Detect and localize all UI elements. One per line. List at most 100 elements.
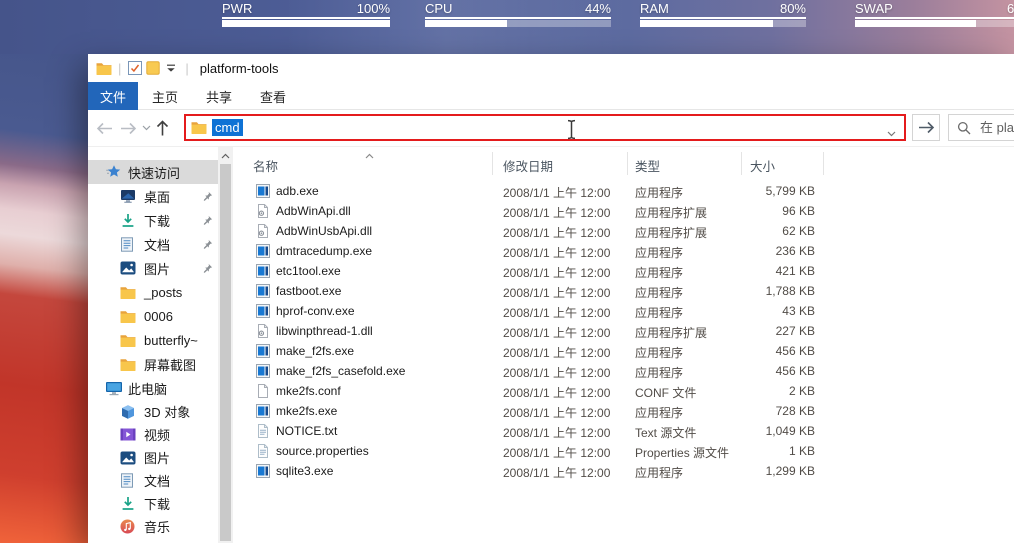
system-monitor-overlay: PWR100%CPU44%RAM80%SWAP68%	[0, 2, 1014, 28]
file-name: make_f2fs_casefold.exe	[276, 364, 405, 378]
file-row[interactable]: mke2fs.exe2008/1/1 上午 12:00应用程序728 KB	[253, 401, 833, 421]
meter-bar	[425, 20, 611, 27]
file-row[interactable]: NOTICE.txt2008/1/1 上午 12:00Text 源文件1,049…	[253, 421, 833, 441]
qat-properties-check-icon[interactable]	[126, 58, 144, 78]
file-size: 728 KB	[699, 404, 815, 418]
scrollbar-up-arrow-icon[interactable]	[218, 149, 233, 162]
address-dropdown-chevron-icon[interactable]	[887, 125, 896, 140]
plain-file-icon	[256, 384, 270, 398]
sidebar-item-label: 文档	[144, 471, 170, 490]
sidebar-item-butterfly[interactable]: butterfly~	[88, 328, 218, 352]
back-button[interactable]	[94, 118, 114, 138]
forward-button[interactable]	[118, 118, 138, 138]
sidebar-item-label: 0006	[144, 309, 173, 324]
qat-new-folder-icon[interactable]	[144, 58, 162, 78]
address-selected-text: cmd	[212, 119, 243, 136]
file-row[interactable]: AdbWinApi.dll2008/1/1 上午 12:00应用程序扩展96 K…	[253, 201, 833, 221]
folder-icon	[120, 286, 136, 299]
sidebar-item-documents[interactable]: 文档	[88, 232, 218, 256]
sidebar-item-3d-objects[interactable]: 3D 对象	[88, 400, 218, 423]
search-box[interactable]	[948, 114, 1014, 141]
file-row[interactable]: make_f2fs.exe2008/1/1 上午 12:00应用程序456 KB	[253, 341, 833, 361]
sidebar-item-posts[interactable]: _posts	[88, 280, 218, 304]
file-type: 应用程序	[635, 184, 683, 201]
sidebar-item-videos[interactable]: 视频	[88, 423, 218, 446]
file-size: 5,799 KB	[699, 184, 815, 198]
title-bar: | | platform-tools	[88, 54, 1014, 82]
dll-file-icon	[256, 324, 270, 338]
file-row[interactable]: dmtracedump.exe2008/1/1 上午 12:00应用程序236 …	[253, 241, 833, 261]
file-date: 2008/1/1 上午 12:00	[503, 284, 610, 301]
column-separator[interactable]	[492, 152, 493, 175]
meter-ram: RAM80%	[640, 2, 806, 27]
file-row[interactable]: adb.exe2008/1/1 上午 12:00应用程序5,799 KB	[253, 181, 833, 201]
sidebar-item-screenshots[interactable]: 屏幕截图	[88, 352, 218, 376]
go-to-button[interactable]	[912, 114, 940, 141]
sidebar-item-documents[interactable]: 文档	[88, 469, 218, 492]
file-name: mke2fs.conf	[276, 384, 341, 398]
sidebar-section-quick-access[interactable]: 快速访问	[88, 160, 218, 184]
file-list-header: 名称 修改日期 类型 大小	[253, 147, 833, 179]
meter-label: RAM	[640, 2, 669, 15]
file-row[interactable]: etc1tool.exe2008/1/1 上午 12:00应用程序421 KB	[253, 261, 833, 281]
file-name: libwinpthread-1.dll	[276, 324, 373, 338]
column-separator[interactable]	[741, 152, 742, 175]
file-date: 2008/1/1 上午 12:00	[503, 304, 610, 321]
file-type: 应用程序	[635, 284, 683, 301]
sidebar-item-desktop[interactable]: 桌面	[88, 184, 218, 208]
explorer-window: | | platform-tools 文件主页共享查看 cmd	[88, 54, 1014, 543]
file-row[interactable]: libwinpthread-1.dll2008/1/1 上午 12:00应用程序…	[253, 321, 833, 341]
tab-home[interactable]: 主页	[138, 82, 192, 110]
sidebar-item-music[interactable]: 音乐	[88, 515, 218, 538]
file-row[interactable]: AdbWinUsbApi.dll2008/1/1 上午 12:00应用程序扩展6…	[253, 221, 833, 241]
file-row[interactable]: sqlite3.exe2008/1/1 上午 12:00应用程序1,299 KB	[253, 461, 833, 481]
column-header-type[interactable]: 类型	[635, 156, 660, 175]
column-header-name[interactable]: 名称	[253, 156, 278, 175]
column-header-size[interactable]: 大小	[750, 156, 775, 175]
column-header-date[interactable]: 修改日期	[503, 156, 553, 175]
tab-view[interactable]: 查看	[246, 82, 300, 110]
sidebar-item-label: _posts	[144, 285, 182, 300]
download-icon	[120, 213, 136, 228]
file-size: 421 KB	[699, 264, 815, 278]
meter-bar	[640, 20, 806, 27]
sidebar-item-pictures[interactable]: 图片	[88, 256, 218, 280]
exe-file-icon	[256, 284, 270, 298]
tab-share[interactable]: 共享	[192, 82, 246, 110]
text-cursor-pointer	[566, 119, 577, 143]
sidebar-item-downloads[interactable]: 下载	[88, 492, 218, 515]
column-separator[interactable]	[823, 152, 824, 175]
column-separator[interactable]	[627, 152, 628, 175]
recent-locations-dropdown[interactable]	[140, 118, 152, 138]
file-row[interactable]: source.properties2008/1/1 上午 12:00Proper…	[253, 441, 833, 461]
document-icon	[120, 473, 134, 488]
sidebar-item-downloads[interactable]: 下载	[88, 208, 218, 232]
search-input[interactable]	[978, 119, 1014, 136]
text-file-icon	[256, 424, 270, 438]
qat-folder-icon[interactable]	[95, 58, 113, 78]
sidebar-item-label: 文档	[144, 235, 170, 254]
sidebar-item-pictures[interactable]: 图片	[88, 446, 218, 469]
sidebar-item-0006[interactable]: 0006	[88, 304, 218, 328]
file-row[interactable]: mke2fs.conf2008/1/1 上午 12:00CONF 文件2 KB	[253, 381, 833, 401]
file-row[interactable]: make_f2fs_casefold.exe2008/1/1 上午 12:00应…	[253, 361, 833, 381]
file-name: hprof-conv.exe	[276, 304, 355, 318]
address-bar-input[interactable]: cmd	[184, 114, 906, 141]
file-type: 应用程序扩展	[635, 324, 707, 341]
up-button[interactable]	[152, 118, 172, 138]
tab-file[interactable]: 文件	[88, 82, 138, 110]
scrollbar-thumb[interactable]	[220, 164, 231, 541]
sidebar-section-label: 快速访问	[128, 163, 180, 182]
file-name: sqlite3.exe	[276, 464, 333, 478]
meter-label: SWAP	[855, 2, 893, 15]
file-name: adb.exe	[276, 184, 319, 198]
sidebar-scrollbar[interactable]	[218, 147, 233, 543]
file-row[interactable]: fastboot.exe2008/1/1 上午 12:00应用程序1,788 K…	[253, 281, 833, 301]
exe-file-icon	[256, 364, 270, 378]
file-row[interactable]: hprof-conv.exe2008/1/1 上午 12:00应用程序43 KB	[253, 301, 833, 321]
sidebar-section-this-pc[interactable]: 此电脑	[88, 376, 218, 400]
sidebar-item-label: 图片	[144, 448, 170, 467]
sidebar-item-partial[interactable]	[88, 538, 218, 543]
file-date: 2008/1/1 上午 12:00	[503, 404, 610, 421]
qat-customize-dropdown-icon[interactable]	[162, 58, 180, 78]
